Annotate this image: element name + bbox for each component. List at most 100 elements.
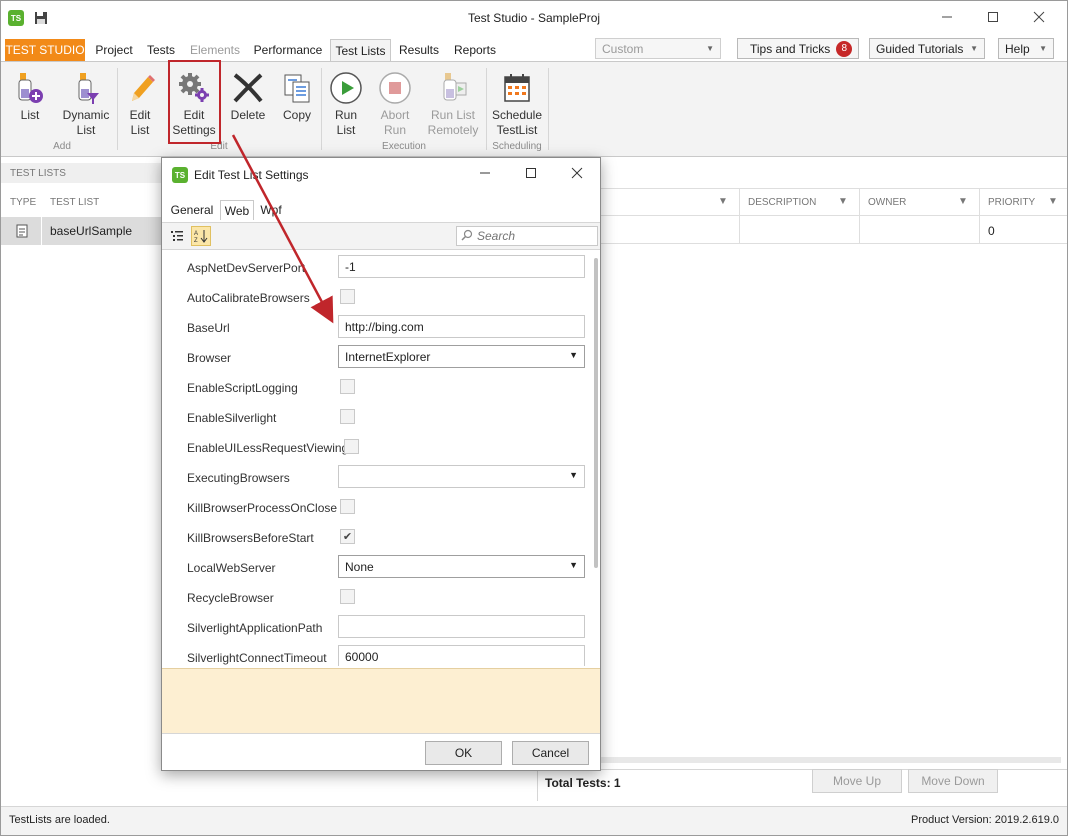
property-name: KillBrowserProcessOnClose (187, 501, 338, 515)
test-studio-menu[interactable]: TEST STUDIO (5, 39, 85, 61)
column-header-owner[interactable]: OWNER (868, 197, 906, 208)
column-header-test-list[interactable]: TEST LIST (50, 197, 99, 208)
dynamic-list-label-2: List (76, 123, 96, 137)
killbrowserprocessonclose-checkbox[interactable] (340, 499, 355, 514)
layout-dropdown-value: Custom (602, 41, 644, 56)
filter-icon[interactable]: ▼ (718, 196, 728, 207)
edit-list-label-1: Edit (129, 108, 151, 122)
ribbon-separator (486, 68, 487, 150)
grid-line (739, 189, 740, 243)
enablesilverlight-checkbox[interactable] (340, 409, 355, 424)
property-search-box[interactable] (456, 226, 598, 246)
chevron-down-icon: ▼ (569, 350, 578, 360)
localwebserver-select[interactable]: None ▼ (338, 555, 585, 578)
column-header-description[interactable]: DESCRIPTION (748, 197, 816, 208)
column-header-type[interactable]: TYPE (10, 197, 36, 208)
abort-run-button[interactable]: Abort Run (375, 68, 415, 138)
silverlightconnecttimeout-field[interactable]: 60000 (338, 645, 585, 666)
property-name: BaseUrl (187, 321, 230, 335)
move-up-button[interactable]: Move Up (812, 769, 902, 793)
application-window: TS Test Studio - SampleProj TEST STUDIO … (0, 0, 1068, 836)
tab-results[interactable]: Results (394, 39, 444, 61)
add-list-button[interactable]: List (11, 68, 49, 123)
filter-icon[interactable]: ▼ (958, 196, 968, 207)
property-name: RecycleBrowser (187, 591, 274, 605)
enablescriptlogging-checkbox[interactable] (340, 379, 355, 394)
enableuilessrequestviewing-checkbox[interactable] (344, 439, 359, 454)
property-name: AspNetDevServerPort (187, 261, 306, 275)
chevron-down-icon: ▼ (569, 470, 578, 480)
layout-dropdown[interactable]: Custom ▼ (595, 38, 721, 59)
dialog-tab-wpf[interactable]: Wpf (256, 200, 286, 220)
table-row[interactable]: baseUrlSample (1, 217, 161, 245)
main-menu: TEST STUDIO Project Tests Elements Perfo… (1, 37, 1067, 61)
tab-reports[interactable]: Reports (448, 39, 502, 61)
filter-icon[interactable]: ▼ (838, 196, 848, 207)
dialog-maximize-button[interactable] (525, 167, 537, 182)
status-bar: TestLists are loaded. Product Version: 2… (1, 806, 1067, 835)
tab-tests[interactable]: Tests (141, 39, 181, 61)
add-list-label-1: List (20, 108, 40, 122)
property-name: KillBrowsersBeforeStart (187, 531, 314, 545)
executingbrowsers-select[interactable]: ▼ (338, 465, 585, 488)
add-dynamic-list-button[interactable]: Dynamic List (59, 68, 113, 138)
schedule-testlist-button[interactable]: Schedule TestList (490, 68, 544, 138)
stop-icon (375, 68, 415, 108)
test-lists-panel-header: TEST LISTS (1, 163, 161, 183)
scrollbar-thumb[interactable] (594, 258, 598, 568)
move-down-button[interactable]: Move Down (908, 769, 998, 793)
baseurl-field[interactable]: http://bing.com (338, 315, 585, 338)
tab-project[interactable]: Project (89, 39, 139, 61)
schedule-label-1: Schedule (491, 108, 543, 122)
dialog-tab-general[interactable]: General (168, 200, 216, 220)
run-list-button[interactable]: Run List (327, 68, 365, 138)
dialog-minimize-button[interactable] (479, 167, 491, 182)
grid-line (601, 188, 1067, 189)
help-button[interactable]: Help ▼ (998, 38, 1054, 59)
dynamic-list-icon (59, 68, 113, 108)
tab-performance[interactable]: Performance (249, 39, 327, 61)
svg-text:A: A (194, 231, 198, 237)
panel-divider (537, 769, 538, 801)
copy-button[interactable]: Copy (277, 68, 317, 123)
edit-list-button[interactable]: Edit List (121, 68, 159, 138)
aspnetdevserverport-field[interactable]: -1 (338, 255, 585, 278)
tips-and-tricks-button[interactable]: Tips and Tricks 8 (737, 38, 859, 59)
killbrowsersbeforestart-checkbox[interactable]: ✔ (340, 529, 355, 544)
priority-cell: 0 (988, 224, 995, 238)
total-tests-count: Total Tests: 1 (545, 776, 621, 790)
autocalibratebrowsers-checkbox[interactable] (340, 289, 355, 304)
column-header-priority[interactable]: PRIORITY (988, 197, 1035, 208)
tab-test-lists[interactable]: Test Lists (330, 39, 391, 61)
maximize-button[interactable] (981, 7, 1005, 27)
search-input[interactable] (477, 229, 587, 243)
dialog-tab-web[interactable]: Web (220, 200, 254, 220)
ok-button[interactable]: OK (425, 741, 502, 765)
horizontal-scrollbar[interactable] (601, 757, 1061, 763)
alphabetical-sort-icon[interactable]: AZ (191, 226, 211, 246)
cancel-button[interactable]: Cancel (512, 741, 589, 765)
run-list-remotely-button[interactable]: Run List Remotely (425, 68, 481, 138)
delete-button[interactable]: Delete (227, 68, 269, 123)
categorized-view-icon[interactable] (167, 226, 187, 246)
recyclebrowser-checkbox[interactable] (340, 589, 355, 604)
test-list-name: baseUrlSample (50, 224, 133, 238)
ribbon-separator (321, 68, 322, 150)
browser-select[interactable]: InternetExplorer ▼ (338, 345, 585, 368)
minimize-button[interactable] (935, 7, 959, 27)
run-remotely-label-2: Remotely (427, 123, 479, 137)
close-window-button[interactable] (1027, 7, 1051, 27)
chevron-down-icon: ▼ (706, 44, 714, 53)
run-list-label-2: List (336, 123, 356, 137)
status-message: TestLists are loaded. (9, 814, 110, 826)
dynamic-list-label-1: Dynamic (62, 108, 110, 122)
tab-elements[interactable]: Elements (185, 39, 245, 61)
grid-line (979, 189, 980, 243)
filter-icon[interactable]: ▼ (1048, 196, 1058, 207)
delete-x-icon (227, 68, 269, 108)
property-row: BaseUrl http://bing.com (162, 312, 592, 342)
guided-tutorials-button[interactable]: Guided Tutorials ▼ (869, 38, 985, 59)
silverlightapplicationpath-field[interactable] (338, 615, 585, 638)
ribbon-toolbar: List Dynamic List Add Edit List Edit Set… (1, 61, 1067, 157)
dialog-close-button[interactable] (571, 167, 583, 182)
